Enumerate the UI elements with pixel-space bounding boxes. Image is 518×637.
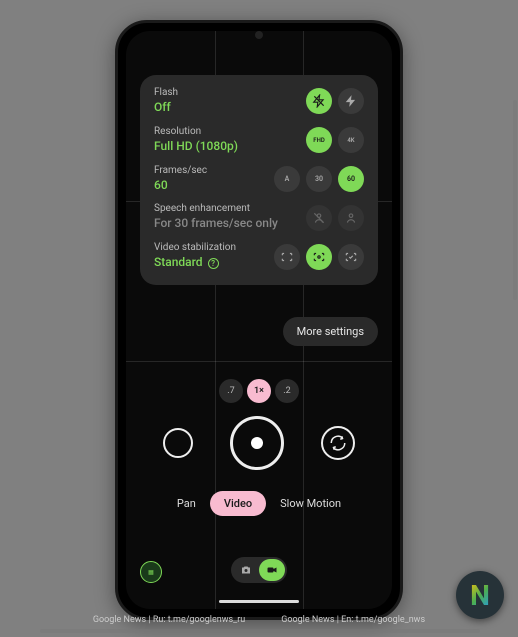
mode-selector: Pan Video Slow Motion <box>126 491 392 516</box>
flash-value: Off <box>154 99 306 116</box>
fps-label: Frames/sec <box>154 165 274 177</box>
resolution-label: Resolution <box>154 126 306 138</box>
setting-row-stabilization: Video stabilization Standard ? <box>154 242 364 271</box>
mode-slow-motion[interactable]: Slow Motion <box>280 497 341 510</box>
flash-on-icon[interactable] <box>338 88 364 114</box>
setting-row-flash: Flash Off <box>154 87 364 116</box>
zoom-selector: .7 1× .2 <box>219 379 299 403</box>
photo-video-toggle <box>231 557 287 583</box>
zoom-option-wide[interactable]: .7 <box>219 379 243 403</box>
help-icon[interactable]: ? <box>208 258 219 269</box>
setting-row-fps: Frames/sec 60 A 30 60 <box>154 165 364 194</box>
fps-value: 60 <box>154 177 274 194</box>
speech-on-icon[interactable] <box>338 205 364 231</box>
screen: Flash Off Resolution Full HD (1080p) <box>126 31 392 609</box>
stabilization-label: Video stabilization <box>154 242 274 254</box>
front-camera-hole <box>255 31 263 39</box>
more-settings-button[interactable]: More settings <box>283 317 378 346</box>
stabilization-value: Standard ? <box>154 254 274 271</box>
fps-auto-option[interactable]: A <box>274 166 300 192</box>
stabilization-standard-icon[interactable] <box>306 244 332 270</box>
shutter-button[interactable] <box>230 416 284 470</box>
record-dot-icon <box>251 437 263 449</box>
resolution-fhd-icon[interactable]: FHD <box>306 127 332 153</box>
gridline <box>126 361 392 362</box>
gallery-ring[interactable] <box>163 428 193 458</box>
toggle-video[interactable] <box>259 559 285 581</box>
page-scrollbar-horizontal[interactable] <box>40 629 480 633</box>
last-capture-thumbnail[interactable]: ▦ <box>140 561 162 583</box>
resolution-4k-icon[interactable]: 4K <box>338 127 364 153</box>
zoom-option-tele[interactable]: .2 <box>275 379 299 403</box>
speech-off-icon[interactable] <box>306 205 332 231</box>
brand-logo: N <box>456 571 504 619</box>
page-scrollbar-vertical[interactable] <box>513 100 517 300</box>
capture-controls <box>126 416 392 470</box>
mode-video[interactable]: Video <box>210 491 266 516</box>
quick-settings-panel: Flash Off Resolution Full HD (1080p) <box>140 75 378 285</box>
stabilization-active-icon[interactable] <box>338 244 364 270</box>
resolution-value: Full HD (1080p) <box>154 138 306 155</box>
speech-label: Speech enhancement <box>154 203 306 215</box>
stabilization-locked-icon[interactable] <box>274 244 300 270</box>
watermark-bar: Google News | Ru: t.me/googlenws_ru Goog… <box>0 615 518 625</box>
setting-row-speech: Speech enhancement For 30 frames/sec onl… <box>154 203 364 232</box>
bottom-bar: ▦ <box>126 553 392 583</box>
toggle-photo[interactable] <box>233 559 259 581</box>
flash-label: Flash <box>154 87 306 99</box>
fps-60-option[interactable]: 60 <box>338 166 364 192</box>
watermark-left: Google News | Ru: t.me/googlenws_ru <box>93 615 245 625</box>
speech-value: For 30 frames/sec only <box>154 215 306 232</box>
fps-30-option[interactable]: 30 <box>306 166 332 192</box>
camera-flip-button[interactable] <box>321 426 355 460</box>
setting-row-resolution: Resolution Full HD (1080p) FHD 4K <box>154 126 364 155</box>
phone-frame: Flash Off Resolution Full HD (1080p) <box>115 20 403 620</box>
mode-pan[interactable]: Pan <box>177 497 196 510</box>
flash-off-icon[interactable] <box>306 88 332 114</box>
gesture-nav-bar[interactable] <box>219 600 299 603</box>
zoom-option-1x[interactable]: 1× <box>247 379 271 403</box>
watermark-right: Google News | En: t.me/google_nws <box>281 615 425 625</box>
